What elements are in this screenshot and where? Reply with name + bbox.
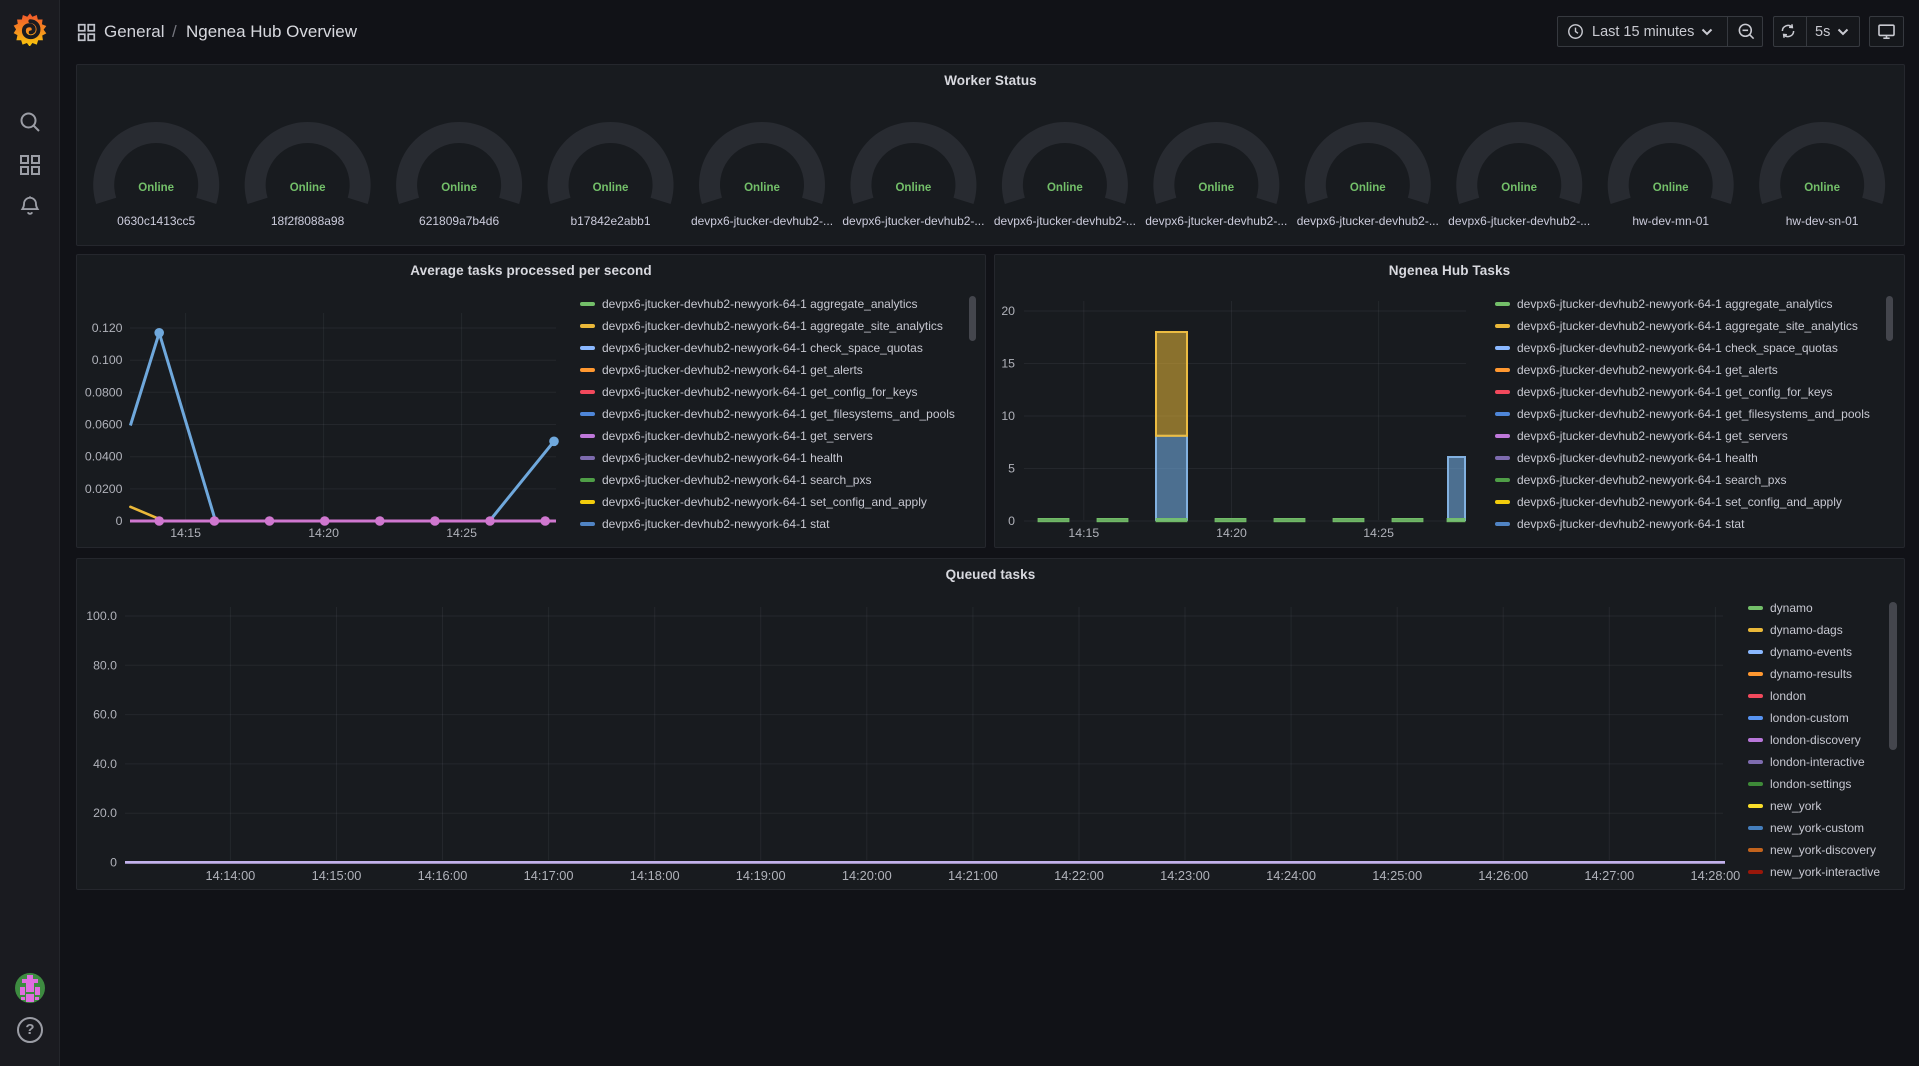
svg-text:14:21:00: 14:21:00 bbox=[948, 868, 998, 883]
svg-text:20: 20 bbox=[1001, 304, 1015, 318]
svg-text:14:22:00: 14:22:00 bbox=[1054, 868, 1104, 883]
svg-text:14:16:00: 14:16:00 bbox=[418, 868, 468, 883]
svg-text:0: 0 bbox=[116, 514, 123, 528]
svg-text:0.0200: 0.0200 bbox=[85, 482, 123, 496]
svg-text:0.0400: 0.0400 bbox=[85, 450, 123, 464]
svg-text:0.0800: 0.0800 bbox=[85, 385, 123, 399]
svg-text:0: 0 bbox=[110, 856, 117, 870]
svg-text:14:19:00: 14:19:00 bbox=[736, 868, 786, 883]
svg-text:0.100: 0.100 bbox=[92, 353, 123, 367]
svg-text:5: 5 bbox=[1008, 462, 1015, 476]
svg-text:14:25:00: 14:25:00 bbox=[1372, 868, 1422, 883]
svg-text:14:15: 14:15 bbox=[170, 526, 201, 540]
svg-text:80.0: 80.0 bbox=[93, 658, 117, 672]
svg-text:14:27:00: 14:27:00 bbox=[1584, 868, 1634, 883]
svg-text:14:28:00: 14:28:00 bbox=[1690, 868, 1740, 883]
svg-text:14:20: 14:20 bbox=[308, 526, 339, 540]
svg-text:20.0: 20.0 bbox=[93, 806, 117, 820]
svg-text:14:15: 14:15 bbox=[1068, 526, 1099, 540]
svg-text:14:15:00: 14:15:00 bbox=[312, 868, 362, 883]
svg-text:100.0: 100.0 bbox=[86, 609, 117, 623]
svg-text:10: 10 bbox=[1001, 409, 1015, 423]
svg-text:14:24:00: 14:24:00 bbox=[1266, 868, 1316, 883]
svg-text:14:20:00: 14:20:00 bbox=[842, 868, 892, 883]
svg-text:0.120: 0.120 bbox=[92, 321, 123, 335]
svg-text:14:20: 14:20 bbox=[1216, 526, 1247, 540]
svg-text:14:17:00: 14:17:00 bbox=[524, 868, 574, 883]
svg-text:14:25: 14:25 bbox=[1363, 526, 1394, 540]
svg-text:15: 15 bbox=[1001, 357, 1015, 371]
svg-text:14:14:00: 14:14:00 bbox=[205, 868, 255, 883]
svg-text:14:23:00: 14:23:00 bbox=[1160, 868, 1210, 883]
svg-text:0: 0 bbox=[1008, 514, 1015, 528]
svg-text:14:26:00: 14:26:00 bbox=[1478, 868, 1528, 883]
svg-text:0.0600: 0.0600 bbox=[85, 418, 123, 432]
svg-text:40.0: 40.0 bbox=[93, 757, 117, 771]
svg-text:14:25: 14:25 bbox=[446, 526, 477, 540]
svg-text:60.0: 60.0 bbox=[93, 708, 117, 722]
svg-text:14:18:00: 14:18:00 bbox=[630, 868, 680, 883]
